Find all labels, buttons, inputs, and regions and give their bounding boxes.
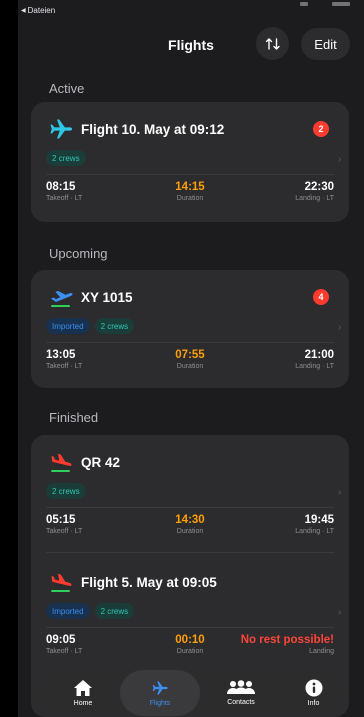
tab-info-label: Info [307, 700, 320, 707]
airplane-icon [50, 119, 72, 139]
flight-row[interactable]: Flight 5. May at 09:05 › Imported 2 crew… [31, 555, 349, 675]
signal-icon [300, 2, 308, 6]
tab-flights[interactable]: Flights [120, 670, 200, 716]
navigation-bar: Flights Edit [18, 25, 364, 65]
airplane-landing-icon [51, 573, 72, 592]
flight-times: 05:15 Takeoff · LT 14:30 Duration 19:45 … [46, 514, 334, 544]
duration-value: 14:15 [175, 181, 205, 193]
row-divider [46, 552, 334, 553]
tab-flights-label: Flights [149, 700, 171, 707]
landing-value: 19:45 [304, 514, 334, 526]
tab-contacts-label: Contacts [227, 699, 255, 706]
info-icon [305, 679, 322, 697]
duration-value: 07:55 [175, 349, 205, 361]
divider [46, 342, 334, 343]
section-title-active: Active [49, 81, 85, 96]
upcoming-flights-card: XY 1015 4 › Imported 2 crews 13:05 Takeo… [31, 270, 349, 388]
flight-tags: 2 crews [46, 150, 86, 166]
landing-value: No rest possible! [240, 634, 334, 646]
back-link[interactable]: ◀ Dateien [21, 6, 55, 15]
flight-name: Flight 10. May at 09:12 [81, 122, 225, 137]
imported-tag: Imported [46, 318, 90, 334]
landing-label: Landing · LT [295, 363, 334, 370]
flight-times: 09:05 Takeoff · LT 00:10 Duration No res… [46, 634, 334, 664]
crews-tag: 2 crews [46, 483, 86, 499]
landing-time: 22:30 Landing · LT [295, 181, 334, 202]
sort-arrows-icon [265, 37, 280, 50]
landing-value: 22:30 [304, 181, 334, 193]
airplane-takeoff-icon [51, 290, 73, 307]
flight-times: 13:05 Takeoff · LT 07:55 Duration 21:00 … [46, 349, 334, 379]
flight-times: 08:15 Takeoff · LT 14:15 Duration 22:30 … [46, 181, 334, 211]
landing-time: 21:00 Landing · LT [295, 349, 334, 370]
divider [46, 627, 334, 628]
landing-label: Landing [309, 648, 334, 655]
landing-time: 19:45 Landing · LT [295, 514, 334, 535]
notification-badge: 2 [313, 121, 329, 137]
landing-label: Landing · LT [295, 528, 334, 535]
edit-button[interactable]: Edit [301, 28, 350, 60]
divider [46, 174, 334, 175]
duration-time: 14:15 Duration [46, 181, 334, 202]
divider [46, 507, 334, 508]
tab-home-label: Home [73, 700, 93, 707]
flight-row[interactable]: XY 1015 4 › Imported 2 crews 13:05 Takeo… [31, 270, 349, 388]
landing-time: No rest possible! Landing [241, 634, 334, 655]
status-indicators [292, 2, 350, 9]
chevron-right-icon: › [338, 322, 342, 333]
flight-name: QR 42 [81, 455, 121, 470]
flight-tags: Imported 2 crews [46, 318, 135, 334]
active-flights-card: Flight 10. May at 09:12 2 › 2 crews 08:1… [31, 102, 349, 222]
flight-name: Flight 5. May at 09:05 [81, 575, 217, 590]
airplane-icon [152, 681, 168, 695]
section-title-finished: Finished [49, 410, 99, 425]
duration-time: 14:30 Duration [46, 514, 334, 535]
section-title-upcoming: Upcoming [49, 246, 108, 261]
imported-tag: Imported [46, 603, 90, 619]
landing-label: Landing · LT [295, 195, 334, 202]
flight-row[interactable]: QR 42 › 2 crews 05:15 Takeoff · LT 14:30… [31, 435, 349, 555]
notification-badge: 4 [313, 289, 329, 305]
back-link-label: Dateien [27, 6, 56, 15]
flight-row[interactable]: Flight 10. May at 09:12 2 › 2 crews 08:1… [31, 102, 349, 222]
duration-label: Duration [176, 195, 204, 202]
battery-icon [332, 2, 350, 6]
crews-tag: 2 crews [94, 603, 135, 619]
chevron-right-icon: › [338, 607, 342, 618]
duration-time: 07:55 Duration [46, 349, 334, 370]
crews-tag: 2 crews [94, 318, 135, 334]
house-icon [74, 680, 92, 696]
tab-contacts[interactable]: Contacts [206, 670, 276, 716]
tab-bar: Home Flights Contacts Info [34, 670, 349, 716]
tab-home[interactable]: Home [48, 670, 118, 716]
phone-frame: ◀ Dateien Flights Edit Active Flight 10.… [0, 0, 364, 717]
flight-tags: 2 crews [46, 483, 86, 499]
duration-label: Duration [176, 363, 204, 370]
people-icon [227, 680, 255, 694]
duration-value: 14:30 [175, 514, 205, 526]
airplane-landing-icon [51, 453, 72, 472]
screen: ◀ Dateien Flights Edit Active Flight 10.… [18, 0, 364, 717]
flight-tags: Imported 2 crews [46, 603, 135, 619]
sort-button[interactable] [256, 27, 289, 60]
flight-name: XY 1015 [81, 290, 133, 305]
landing-value: 21:00 [304, 349, 334, 361]
back-triangle-icon: ◀ [21, 8, 26, 14]
chevron-right-icon: › [338, 487, 342, 498]
chevron-right-icon: › [338, 154, 342, 165]
crews-tag: 2 crews [46, 150, 86, 166]
duration-label: Duration [176, 528, 204, 535]
tab-info[interactable]: Info [286, 670, 341, 716]
